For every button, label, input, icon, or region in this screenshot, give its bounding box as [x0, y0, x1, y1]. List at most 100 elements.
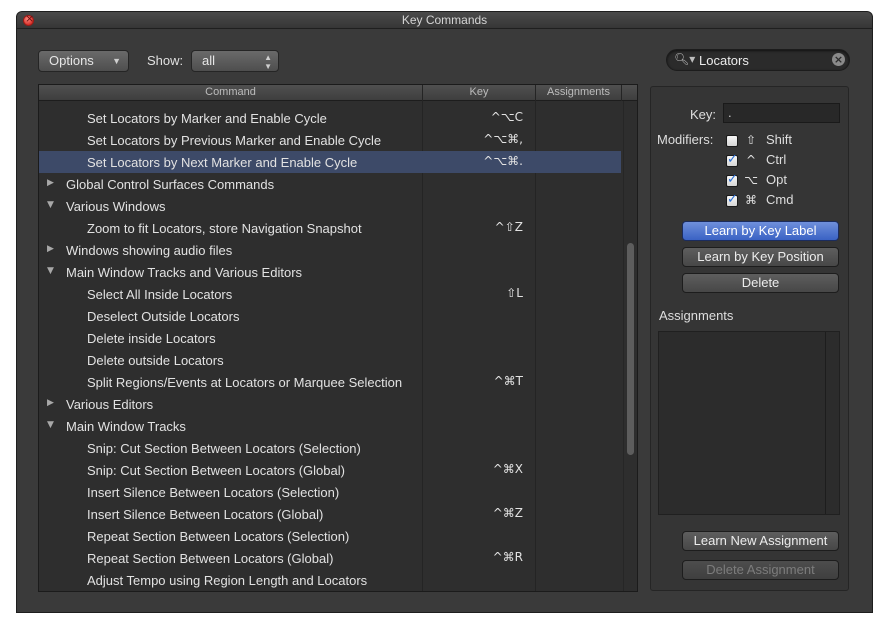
assignments-list[interactable] — [658, 331, 840, 515]
command-row[interactable]: Insert Silence Between Locators (Global)… — [39, 503, 621, 525]
learn-new-assignment-button[interactable]: Learn New Assignment — [682, 531, 839, 551]
options-label: Options — [49, 53, 94, 68]
command-label: Main Window Tracks — [66, 419, 186, 434]
command-label: Insert Silence Between Locators (Selecti… — [87, 485, 340, 500]
column-header-key[interactable]: Key — [423, 86, 535, 98]
command-row[interactable]: Snip: Cut Section Between Locators (Sele… — [39, 437, 621, 459]
command-label: Repeat Section Between Locators (Global) — [87, 551, 334, 566]
modifier-label-ctrl: Ctrl — [766, 152, 787, 167]
command-label: Zoom to fit Locators, store Navigation S… — [87, 221, 362, 236]
key-commands-window: Key Commands Options ▼ Show: all ▲▼ 🔍︎▾ … — [17, 12, 872, 612]
search-icon: 🔍︎▾ — [674, 52, 696, 66]
dropdown-arrow-icon: ▼ — [112, 56, 121, 66]
command-label: Delete outside Locators — [87, 353, 224, 368]
key-shortcut: ^⌘X — [492, 462, 523, 476]
search-field[interactable]: 🔍︎▾ Locators × — [666, 49, 850, 71]
disclosure-open-icon[interactable]: ▼ — [47, 420, 54, 430]
modifier-label-cmd: Cmd — [766, 192, 794, 207]
assignments-scrollbar[interactable] — [825, 332, 839, 514]
column-divider — [621, 85, 622, 101]
command-label: Insert Silence Between Locators (Global) — [87, 507, 324, 522]
key-shortcut: ^⌘Z — [492, 506, 523, 520]
command-label: Adjust Tempo using Region Length and Loc… — [87, 573, 368, 588]
command-label: Delete inside Locators — [87, 331, 216, 346]
group-row[interactable]: ▶ Windows showing audio files — [39, 239, 621, 261]
command-label: Main Window Tracks and Various Editors — [66, 265, 303, 280]
column-header-assignments[interactable]: Assignments — [536, 86, 621, 98]
modifier-label-shift: Shift — [766, 132, 793, 147]
scroll-thumb[interactable] — [627, 243, 634, 455]
command-row[interactable]: Delete inside Locators — [39, 327, 621, 349]
command-label: Global Control Surfaces Commands — [66, 177, 275, 192]
command-row[interactable]: Delete outside Locators — [39, 349, 621, 371]
disclosure-open-icon[interactable]: ▼ — [47, 200, 54, 210]
command-label: Set Locators by Previous Marker and Enab… — [87, 133, 382, 148]
clear-search-icon[interactable]: × — [832, 53, 845, 66]
command-row[interactable]: Repeat Section Between Locators (Global)… — [39, 547, 621, 569]
group-row[interactable]: ▼ Main Window Tracks — [39, 415, 621, 437]
modifier-symbol-shift-icon: ⇧ — [745, 133, 757, 147]
modifier-symbol-cmd-icon: ⌘ — [745, 193, 757, 207]
command-row[interactable]: Select All Inside Locators ⇧L — [39, 283, 621, 305]
disclosure-open-icon[interactable]: ▼ — [47, 266, 54, 276]
key-shortcut: ^⌥⌘. — [483, 154, 523, 168]
delete-assignment-button[interactable]: Delete Assignment — [682, 560, 839, 580]
command-label: Various Editors — [66, 397, 154, 412]
modifier-label-opt: Opt — [766, 172, 787, 187]
show-value: all — [202, 53, 216, 68]
command-label: Repeat Section Between Locators (Selecti… — [87, 529, 350, 544]
column-header-command[interactable]: Command — [39, 86, 422, 98]
disclosure-closed-icon[interactable]: ▶ — [47, 244, 54, 254]
title-bar: Key Commands — [17, 12, 872, 29]
show-popup[interactable]: all ▲ ▼ — [191, 50, 279, 72]
command-row[interactable]: Deselect Outside Locators — [39, 305, 621, 327]
command-row[interactable]: Insert Silence Between Locators (Selecti… — [39, 481, 621, 503]
table-header: Command Key Assignments — [39, 85, 637, 101]
command-label: Various Windows — [66, 199, 166, 214]
modifier-symbol-ctrl-icon: ^ — [745, 153, 757, 167]
command-row[interactable]: Set Locators by Previous Marker and Enab… — [39, 129, 621, 151]
command-row[interactable]: Adjust Tempo using Region Length and Loc… — [39, 569, 621, 591]
disclosure-closed-icon[interactable]: ▶ — [47, 178, 54, 188]
command-list: Set Locators by Marker and Enable Cycle ^… — [39, 101, 621, 591]
key-shortcut: ^⌘T — [493, 374, 523, 388]
key-shortcut: ^⌘R — [492, 550, 523, 564]
command-row[interactable]: Snip: Cut Section Between Locators (Glob… — [39, 459, 621, 481]
key-field[interactable]: . — [723, 103, 840, 123]
key-shortcut: ^⇧Z — [494, 220, 523, 234]
modifier-checkbox-cmd[interactable] — [726, 192, 738, 207]
command-row[interactable]: Split Regions/Events at Locators or Marq… — [39, 371, 621, 393]
delete-button[interactable]: Delete — [682, 273, 839, 293]
disclosure-closed-icon[interactable]: ▶ — [47, 398, 54, 408]
command-label: Split Regions/Events at Locators or Marq… — [87, 375, 403, 390]
command-label: Snip: Cut Section Between Locators (Glob… — [87, 463, 345, 478]
show-label: Show: — [147, 53, 184, 68]
updown-arrows-icon: ▲ ▼ — [264, 53, 272, 71]
modifier-symbol-opt-icon: ⌥ — [744, 173, 758, 187]
group-row[interactable]: ▶ Global Control Surfaces Commands — [39, 173, 621, 195]
options-menu-button[interactable]: Options ▼ — [38, 50, 129, 72]
command-row[interactable]: Repeat Section Between Locators (Selecti… — [39, 525, 621, 547]
command-row[interactable]: Set Locators by Next Marker and Enable C… — [39, 151, 621, 173]
command-label: Windows showing audio files — [66, 243, 233, 258]
key-commands-table: Command Key Assignments Set Locators by … — [38, 84, 638, 592]
learn-by-key-position-button[interactable]: Learn by Key Position — [682, 247, 839, 267]
group-row[interactable]: ▼ Main Window Tracks and Various Editors — [39, 261, 621, 283]
command-label: Deselect Outside Locators — [87, 309, 240, 324]
window-title: Key Commands — [401, 13, 488, 27]
command-label: Set Locators by Marker and Enable Cycle — [87, 111, 327, 126]
modifier-checkbox-shift[interactable] — [726, 135, 738, 147]
modifier-checkbox-opt[interactable] — [726, 172, 738, 187]
modifiers-label: Modifiers: — [657, 132, 714, 147]
learn-by-key-label-button[interactable]: Learn by Key Label — [682, 221, 839, 241]
command-label: Snip: Cut Section Between Locators (Sele… — [87, 441, 361, 456]
modifier-checkbox-ctrl[interactable] — [726, 152, 738, 167]
key-shortcut: ⇧L — [506, 286, 523, 300]
vertical-scrollbar[interactable] — [623, 101, 637, 591]
search-input[interactable]: Locators — [699, 53, 749, 68]
command-row[interactable]: Set Locators by Marker and Enable Cycle ^… — [39, 107, 621, 129]
group-row[interactable]: ▶ Various Editors — [39, 393, 621, 415]
command-row[interactable]: Zoom to fit Locators, store Navigation S… — [39, 217, 621, 239]
assignments-label: Assignments — [659, 308, 734, 323]
group-row[interactable]: ▼ Various Windows — [39, 195, 621, 217]
